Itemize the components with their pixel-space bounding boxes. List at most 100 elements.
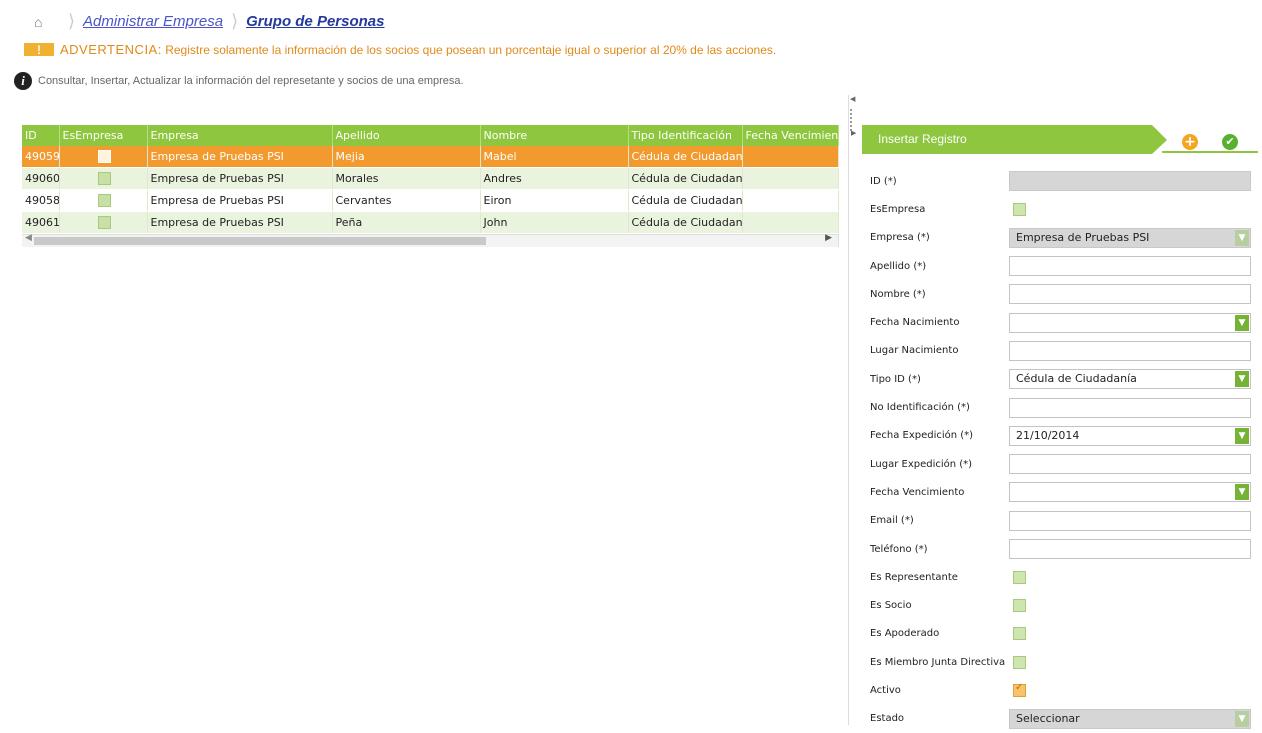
collapse-right-icon[interactable]: ▶: [851, 129, 856, 137]
fecha-vencimiento-label: Fecha Vencimiento: [870, 486, 965, 498]
apellido-input[interactable]: [1009, 256, 1251, 277]
scroll-left-icon[interactable]: ◀: [25, 233, 32, 243]
chevron-down-icon: ▼: [1235, 710, 1249, 727]
estado-value: Seleccionar: [1016, 711, 1080, 725]
form-row-fecha-vencimiento: Fecha Vencimiento ▼: [862, 478, 1258, 506]
cell-apellido: Mejia: [332, 146, 481, 168]
add-icon[interactable]: +: [1182, 134, 1198, 150]
column-header-esempresa[interactable]: EsEmpresa: [59, 125, 148, 146]
lugar-expedicion-input[interactable]: [1009, 454, 1251, 475]
chevron-down-icon[interactable]: ▼: [1235, 484, 1249, 501]
cell-apellido: Cervantes: [332, 189, 481, 212]
socio-checkbox[interactable]: [1013, 599, 1026, 613]
representante-label: Es Representante: [870, 571, 958, 583]
nombre-input[interactable]: [1009, 284, 1251, 305]
chevron-down-icon[interactable]: ▼: [1235, 427, 1249, 444]
info-text: Consultar, Insertar, Actualizar la infor…: [38, 75, 464, 87]
id-field: [1009, 171, 1251, 192]
warning-label: ADVERTENCIA:: [60, 42, 162, 56]
estado-select: Seleccionar ▼: [1009, 708, 1251, 729]
chevron-down-icon[interactable]: ▼: [1235, 314, 1249, 331]
column-header-tipo-identificacion[interactable]: Tipo Identificación: [628, 125, 743, 146]
cell-fecha: [742, 211, 839, 234]
column-header-id[interactable]: ID: [22, 125, 60, 146]
breadcrumb-separator: ⟩: [68, 10, 76, 31]
activo-checkbox[interactable]: [1013, 682, 1026, 697]
cell-tipo: Cédula de Ciudadanía: [628, 167, 743, 190]
apoderado-checkbox[interactable]: [1013, 627, 1026, 641]
esempresa-checkbox[interactable]: [97, 172, 111, 186]
form-row-activo: Activo: [862, 676, 1258, 704]
table-row[interactable]: 49061 Empresa de Pruebas PSI Peña John C…: [22, 211, 839, 234]
form-row-empresa: Empresa (*) Empresa de Pruebas PSI ▼: [862, 224, 1258, 252]
save-check-icon[interactable]: ✔: [1222, 134, 1238, 150]
form-row-fecha-expedicion: Fecha Expedición (*) 21/10/2014 ▼: [862, 422, 1258, 450]
column-header-nombre[interactable]: Nombre: [480, 125, 629, 146]
empresa-select: Empresa de Pruebas PSI ▼: [1009, 227, 1251, 248]
breadcrumb-grupo-personas[interactable]: Grupo de Personas: [246, 13, 384, 30]
form-row-nombre: Nombre (*): [862, 280, 1258, 308]
collapse-left-icon[interactable]: ◀: [850, 95, 855, 103]
form-row-apoderado: Es Apoderado: [862, 620, 1258, 648]
representante-checkbox[interactable]: [1013, 570, 1026, 584]
empresa-label: Empresa (*): [870, 232, 930, 244]
activo-label: Activo: [870, 684, 901, 696]
esempresa-checkbox[interactable]: [97, 150, 111, 164]
scrollbar-thumb[interactable]: [34, 237, 486, 245]
junta-checkbox[interactable]: [1013, 655, 1026, 669]
lugar-nacimiento-label: Lugar Nacimiento: [870, 345, 959, 357]
warning-text: Registre solamente la información de los…: [165, 43, 777, 56]
empresa-value: Empresa de Pruebas PSI: [1016, 230, 1150, 244]
fecha-nacimiento-picker[interactable]: ▼: [1009, 312, 1251, 333]
apoderado-label: Es Apoderado: [870, 628, 940, 640]
no-identificacion-label: No Identificación (*): [870, 402, 970, 414]
telefono-label: Teléfono (*): [870, 543, 928, 555]
cell-empresa: Empresa de Pruebas PSI: [147, 167, 333, 190]
esempresa-checkbox[interactable]: [97, 194, 111, 208]
email-field[interactable]: [1009, 510, 1251, 531]
column-header-apellido[interactable]: Apellido: [332, 125, 481, 146]
tipo-id-value: Cédula de Ciudadanía: [1016, 372, 1137, 386]
cell-id: 49060: [22, 167, 60, 190]
cell-nombre: Eiron: [480, 189, 629, 212]
form-row-apellido: Apellido (*): [862, 252, 1258, 280]
breadcrumb-separator: ⟩: [231, 10, 239, 31]
tipo-id-label: Tipo ID (*): [870, 373, 921, 385]
breadcrumb: ⌂ ⟩ Administrar Empresa ⟩ Grupo de Perso…: [34, 8, 384, 34]
panel-header: Insertar Registro + ✔: [862, 125, 1258, 154]
telefono-input[interactable]: [1009, 539, 1251, 559]
cell-empresa: Empresa de Pruebas PSI: [147, 189, 333, 212]
esempresa-checkbox[interactable]: [97, 216, 111, 230]
cell-id: 49061: [22, 211, 60, 234]
apellido-label: Apellido (*): [870, 260, 927, 272]
chevron-down-icon: ▼: [1235, 229, 1249, 246]
cell-tipo: Cédula de Ciudadanía: [628, 211, 743, 234]
cell-id: 49059: [22, 146, 60, 168]
form-row-socio: Es Socio: [862, 591, 1258, 619]
splitter-grip[interactable]: [850, 109, 854, 131]
form-row-id: ID (*): [862, 167, 1258, 195]
fecha-vencimiento-picker[interactable]: ▼: [1009, 482, 1251, 503]
breadcrumb-administrar-empresa[interactable]: Administrar Empresa: [83, 13, 223, 30]
home-icon[interactable]: ⌂: [34, 14, 50, 30]
fecha-expedicion-picker[interactable]: 21/10/2014 ▼: [1009, 425, 1251, 446]
horizontal-scrollbar[interactable]: ◀ ▶: [22, 233, 838, 247]
fecha-expedicion-value: 21/10/2014: [1016, 428, 1080, 442]
cell-fecha: [742, 167, 839, 190]
table-row[interactable]: 49059 Empresa de Pruebas PSI Mejia Mabel…: [22, 146, 839, 168]
info-message: i Consultar, Insertar, Actualizar la inf…: [14, 72, 464, 90]
warning-message: ! ADVERTENCIA: Registre solamente la info…: [24, 42, 776, 56]
table-row[interactable]: 49058 Empresa de Pruebas PSI Cervantes E…: [22, 189, 839, 212]
esempresa-checkbox[interactable]: [1013, 202, 1026, 216]
scroll-right-icon[interactable]: ▶: [825, 233, 832, 243]
panel-splitter[interactable]: ◀ ▶: [848, 95, 856, 725]
no-identificacion-input[interactable]: [1009, 397, 1251, 418]
chevron-down-icon[interactable]: ▼: [1235, 371, 1249, 388]
column-header-fecha-vencimiento[interactable]: Fecha Vencimiento: [742, 125, 839, 146]
lugar-nacimiento-input[interactable]: [1009, 340, 1251, 361]
column-header-empresa[interactable]: Empresa: [147, 125, 333, 146]
nombre-label: Nombre (*): [870, 288, 926, 300]
tipo-id-select[interactable]: Cédula de Ciudadanía ▼: [1009, 369, 1251, 390]
cell-tipo: Cédula de Ciudadanía: [628, 146, 743, 168]
table-row[interactable]: 49060 Empresa de Pruebas PSI Morales And…: [22, 167, 839, 190]
